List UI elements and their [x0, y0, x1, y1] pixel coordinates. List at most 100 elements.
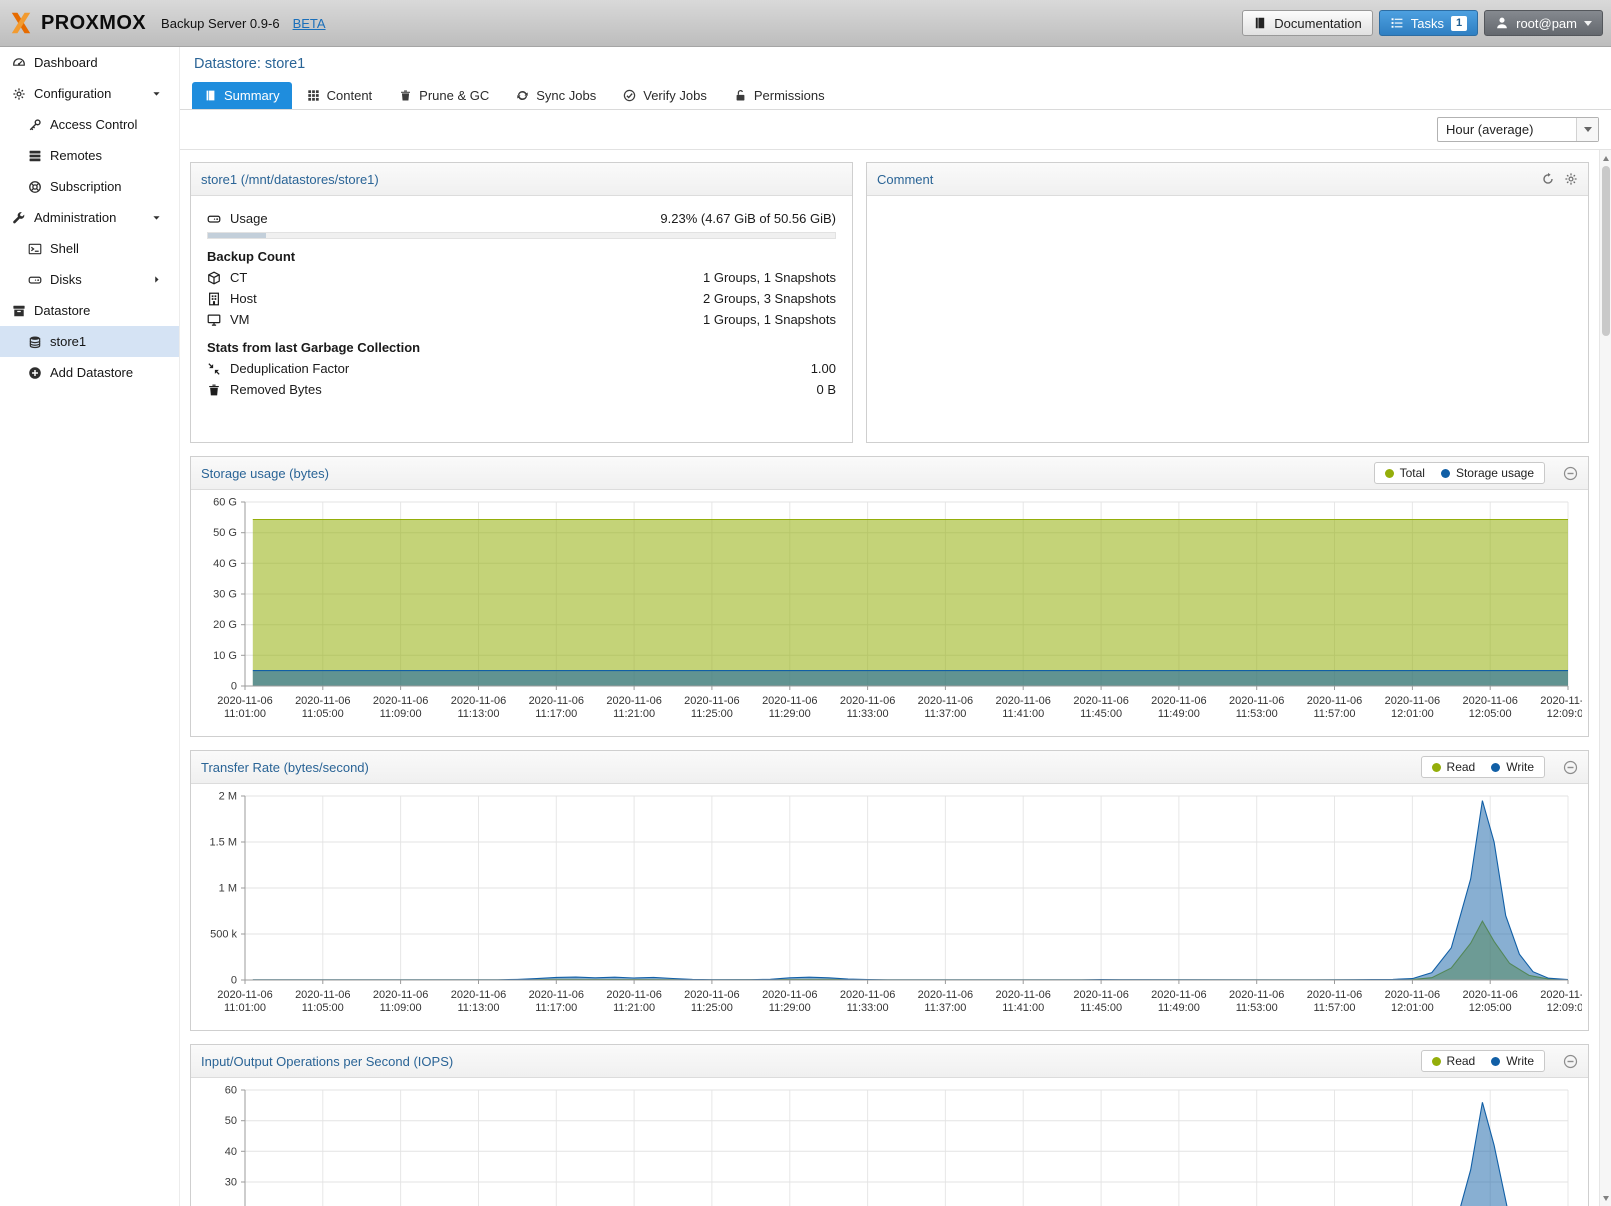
scroll-up-arrow[interactable]	[1600, 151, 1611, 165]
transfer-rate-chart: 2020-11-06 11:01:00 2020-11-06 11:05:00 2020…	[197, 786, 1582, 1026]
tab-prune-gc[interactable]: Prune & GC	[387, 82, 501, 109]
time-range-value: Hour (average)	[1438, 122, 1576, 137]
svg-text:2 M: 2 M	[219, 791, 237, 803]
legend-item-write[interactable]: Write	[1491, 760, 1534, 774]
page-title-row: Datastore: store1	[180, 47, 1611, 76]
page-title: Datastore: store1	[194, 56, 305, 72]
sidebar-item-remotes[interactable]: Remotes	[0, 140, 179, 171]
svg-text:2020-11-06: 2020-11-06	[295, 695, 350, 707]
sidebar-item-add-datastore[interactable]: Add Datastore	[0, 357, 179, 388]
collapse-panel-icon[interactable]	[1563, 1054, 1578, 1069]
tab-content[interactable]: Content	[295, 82, 385, 109]
legend-item-write[interactable]: Write	[1491, 1054, 1534, 1068]
tab-summary[interactable]: Summary	[192, 82, 292, 109]
sidebar-item-datastore[interactable]: Datastore	[0, 295, 179, 326]
documentation-button[interactable]: Documentation	[1242, 10, 1372, 36]
svg-text:11:05:00: 11:05:00	[302, 1002, 344, 1014]
gear-icon[interactable]	[1564, 172, 1578, 186]
reload-icon[interactable]	[1541, 172, 1555, 186]
svg-text:11:29:00: 11:29:00	[769, 1002, 811, 1014]
tab-sync-jobs[interactable]: Sync Jobs	[504, 82, 608, 109]
svg-text:40: 40	[225, 1146, 237, 1158]
svg-text:2020-11-06: 2020-11-06	[1151, 695, 1206, 707]
svg-text:2020-11-06: 2020-11-06	[1540, 695, 1582, 707]
svg-text:11:29:00: 11:29:00	[769, 708, 811, 720]
panel-header: Comment	[867, 163, 1588, 196]
svg-text:11:37:00: 11:37:00	[924, 708, 966, 720]
sidebar-item-subscription[interactable]: Subscription	[0, 171, 179, 202]
panel-header: Transfer Rate (bytes/second) Read Write	[191, 751, 1588, 784]
svg-text:2020-11-06: 2020-11-06	[840, 989, 895, 1001]
chart-legend: Read Write	[1421, 756, 1545, 778]
sidebar-item-disks[interactable]: Disks	[0, 264, 179, 295]
caret-down-icon[interactable]	[151, 212, 162, 223]
caret-down-icon[interactable]	[151, 88, 162, 99]
svg-text:11:57:00: 11:57:00	[1313, 1002, 1355, 1014]
sidebar-item-configuration[interactable]: Configuration	[0, 78, 179, 109]
vertical-scrollbar[interactable]	[1599, 150, 1611, 1206]
svg-text:50: 50	[225, 1115, 237, 1127]
svg-text:2020-11-06: 2020-11-06	[451, 695, 506, 707]
collapse-panel-icon[interactable]	[1563, 466, 1578, 481]
user-icon	[1495, 16, 1509, 30]
legend-item-read[interactable]: Read	[1432, 760, 1476, 774]
svg-text:11:45:00: 11:45:00	[1080, 708, 1122, 720]
sidebar-item-access-control[interactable]: Access Control	[0, 109, 179, 140]
brand: PROXMOX Backup Server 0.9-6 BETA	[8, 10, 326, 36]
svg-text:2020-11-06: 2020-11-06	[1540, 989, 1582, 1001]
tasks-button[interactable]: Tasks 1	[1379, 10, 1478, 36]
chevron-down-icon	[1584, 21, 1592, 26]
sidebar-item-dashboard[interactable]: Dashboard	[0, 47, 179, 78]
scrollbar-thumb[interactable]	[1602, 166, 1610, 336]
book-icon	[1253, 16, 1267, 30]
storage-usage-chart: 2020-11-0611:01:002020-11-0611:05:002020…	[197, 492, 1582, 732]
building-icon	[207, 292, 221, 306]
scroll-down-arrow[interactable]	[1600, 1191, 1611, 1205]
beta-link[interactable]: BETA	[293, 16, 326, 31]
sidebar-item-administration[interactable]: Administration	[0, 202, 179, 233]
panel-header: store1 (/mnt/datastores/store1)	[191, 163, 852, 196]
documentation-label: Documentation	[1274, 16, 1361, 31]
tasks-icon	[1390, 16, 1404, 30]
usage-label: Usage	[230, 211, 268, 226]
svg-text:20 G: 20 G	[213, 619, 237, 631]
chart-legend: Read Write	[1421, 1050, 1545, 1072]
tab-permissions[interactable]: Permissions	[722, 82, 837, 109]
legend-item-storage-usage[interactable]: Storage usage	[1441, 466, 1534, 480]
hdd-icon	[207, 212, 221, 226]
svg-text:12:09:00: 12:09:00	[1547, 1002, 1582, 1014]
collapse-panel-icon[interactable]	[1563, 760, 1578, 775]
user-menu-button[interactable]: root@pam	[1484, 10, 1603, 36]
svg-text:11:49:00: 11:49:00	[1158, 708, 1200, 720]
legend-item-total[interactable]: Total	[1385, 466, 1425, 480]
svg-text:2020-11-06: 2020-11-06	[684, 695, 739, 707]
caret-right-icon[interactable]	[151, 274, 162, 285]
svg-text:2020-11-06: 2020-11-06	[1229, 695, 1284, 707]
legend-dot	[1491, 763, 1500, 772]
svg-text:12:05:00: 12:05:00	[1469, 1002, 1512, 1014]
svg-text:11:01:00: 11:01:00	[224, 1002, 266, 1014]
sidebar-item-shell[interactable]: Shell	[0, 233, 179, 264]
svg-text:2020-11-06: 2020-11-06	[762, 989, 817, 1001]
chevron-down-icon[interactable]	[1576, 118, 1598, 141]
svg-text:2020-11-06: 2020-11-06	[373, 695, 428, 707]
svg-text:30: 30	[225, 1177, 237, 1189]
svg-text:11:17:00: 11:17:00	[535, 1002, 577, 1014]
panel-header: Input/Output Operations per Second (IOPS…	[191, 1045, 1588, 1078]
svg-text:11:21:00: 11:21:00	[613, 1002, 655, 1014]
svg-text:11:01:00: 11:01:00	[224, 708, 266, 720]
ct-count-row: CT 1 Groups, 1 Snapshots	[207, 267, 836, 288]
transfer-rate-title: Transfer Rate (bytes/second)	[201, 760, 369, 775]
svg-text:11:33:00: 11:33:00	[847, 708, 889, 720]
sidebar-item-store1[interactable]: store1	[0, 326, 179, 357]
trash-icon	[207, 383, 221, 397]
book-icon	[204, 89, 217, 102]
legend-item-read[interactable]: Read	[1432, 1054, 1476, 1068]
app-header: PROXMOX Backup Server 0.9-6 BETA Documen…	[0, 0, 1611, 47]
svg-text:2020-11-06: 2020-11-06	[1307, 989, 1362, 1001]
time-range-select[interactable]: Hour (average)	[1437, 117, 1599, 142]
header-buttons: Documentation Tasks 1 root@pam	[1242, 10, 1603, 36]
tab-verify-jobs[interactable]: Verify Jobs	[611, 82, 719, 109]
comment-body[interactable]	[867, 196, 1588, 220]
svg-text:2020-11-06: 2020-11-06	[1462, 695, 1517, 707]
